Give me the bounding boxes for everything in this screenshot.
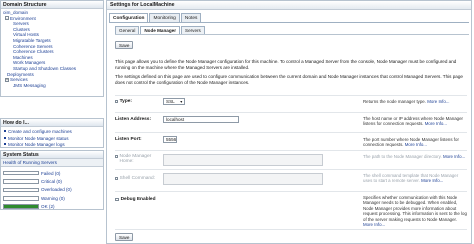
field-separator [115, 150, 467, 151]
type-more-info-link[interactable]: More Info... [427, 99, 449, 104]
health-bar [3, 196, 39, 201]
type-label: Type: [115, 99, 132, 104]
listen-address-more-info-link[interactable]: More Info... [425, 121, 447, 126]
system-status-title: System Status [1, 151, 103, 159]
type-help: Returns the node manager type. More Info… [363, 99, 450, 104]
health-legend-row: Critical (0) [3, 177, 101, 185]
listen-port-label: Listen Port: [115, 137, 142, 142]
subtab-servers[interactable]: Servers [181, 26, 205, 34]
health-legend-row: OK (2) [3, 203, 101, 211]
listen-port-help: The port number where Node Manager liste… [363, 137, 459, 148]
how-do-i-panel: How do I... Create and configure machine… [0, 118, 104, 148]
health-bar [3, 204, 39, 210]
health-legend-row: Overloaded (0) [3, 186, 101, 194]
node-manager-home-more-info-link[interactable]: More Info... [443, 154, 465, 159]
field-separator [115, 169, 467, 170]
page-title: Settings for LocalMachine [107, 1, 471, 10]
health-subtitle: Health of Running Servers [1, 159, 103, 167]
listen-address-help: The host name or IP address where Node M… [363, 116, 463, 127]
health-legend: Failed (0) Critical (0) Overloaded (0) Warn… [1, 167, 103, 213]
bullet-icon [4, 136, 6, 139]
listen-port-more-info-link[interactable]: More Info... [405, 142, 427, 147]
listen-address-label: Listen Address: [115, 117, 152, 122]
tab-configuration[interactable]: Configuration [109, 13, 149, 22]
field-separator [115, 191, 467, 192]
subtab-general[interactable]: General [115, 26, 140, 34]
settings-panel: Settings for LocalMachine Configuration … [106, 0, 472, 244]
listen-address-input[interactable]: localhost [163, 116, 239, 123]
domain-structure-panel: Domain Structure oim_domain - Environment… [0, 0, 104, 97]
type-select[interactable]: SSL ▼ [163, 98, 185, 105]
health-legend-label[interactable]: Failed (0) [41, 171, 60, 176]
health-bar [3, 187, 39, 193]
health-legend-label[interactable]: Warning (0) [41, 196, 65, 201]
tab-notes[interactable]: Notes [180, 13, 202, 22]
system-status-panel: System Status Health of Running Servers … [0, 150, 104, 210]
save-button-top[interactable]: Save [115, 41, 134, 49]
health-legend-row: Warning (0) [3, 194, 101, 202]
node-manager-home-input [163, 154, 323, 166]
how-do-i-item[interactable]: Monitor Node Manager status [3, 136, 101, 143]
expand-icon[interactable]: + [5, 77, 9, 82]
debug-enabled-label: Debug Enabled [115, 197, 156, 202]
how-do-i-title: How do I... [1, 119, 103, 127]
health-bar-fill [4, 205, 38, 209]
bullet-icon [4, 143, 6, 146]
save-button-bottom[interactable]: Save [115, 233, 134, 241]
how-do-i-list: Create and configure machines Monitor No… [1, 127, 103, 151]
listen-port-input[interactable]: 5556 [163, 136, 177, 143]
debug-enabled-more-info-link[interactable]: More Info... [363, 222, 385, 227]
tab-monitoring[interactable]: Monitoring [149, 13, 180, 22]
how-do-i-item[interactable]: Create and configure machines [3, 129, 101, 136]
health-legend-label[interactable]: Overloaded (0) [41, 187, 72, 192]
collapse-icon[interactable]: - [5, 16, 9, 21]
intro-paragraph-2: The settings defined on this page are us… [115, 74, 463, 85]
how-do-i-item[interactable]: Monitor Node Manager logs [3, 142, 101, 149]
domain-structure-title: Domain Structure [1, 1, 103, 9]
field-separator [115, 112, 467, 113]
field-separator [115, 229, 467, 230]
field-marker-icon [115, 155, 118, 158]
field-marker-icon [115, 100, 118, 103]
shell-command-label: Shell Command: [115, 176, 155, 181]
subtab-node-manager[interactable]: Node Manager [140, 26, 180, 34]
health-legend-label[interactable]: Critical (0) [41, 179, 62, 184]
health-legend-row: Failed (0) [3, 169, 101, 177]
field-separator [115, 95, 467, 96]
health-bar [3, 170, 39, 176]
left-sidebar: Domain Structure oim_domain - Environment… [0, 0, 104, 244]
intro-paragraph-1: This page allows you to define the Node … [115, 59, 457, 70]
field-marker-icon [115, 177, 118, 180]
sub-tabs: General Node Manager Servers [115, 26, 205, 34]
domain-tree: oim_domain - Environment Servers Clusters… [1, 9, 103, 88]
debug-enabled-checkbox[interactable] [115, 197, 119, 202]
shell-command-more-info-link[interactable]: More Info... [421, 178, 443, 183]
bullet-icon [4, 130, 6, 133]
shell-command-help: The shell command template that Node Man… [363, 173, 459, 184]
debug-enabled-help: Specifies whether communication with thi… [363, 195, 467, 228]
chevron-down-icon: ▼ [179, 100, 183, 104]
health-legend-label[interactable]: OK (2) [41, 204, 55, 209]
node-manager-home-label: Node Manager Home: [115, 154, 159, 165]
main-tabs: Configuration Monitoring Notes [109, 13, 202, 22]
health-bar [3, 179, 39, 184]
shell-command-input [163, 173, 323, 185]
tree-item-jms-messaging[interactable]: JMS Messaging [3, 83, 102, 89]
field-separator [115, 132, 467, 133]
node-manager-home-help: The path to the Node Manager directory. … [363, 154, 466, 159]
